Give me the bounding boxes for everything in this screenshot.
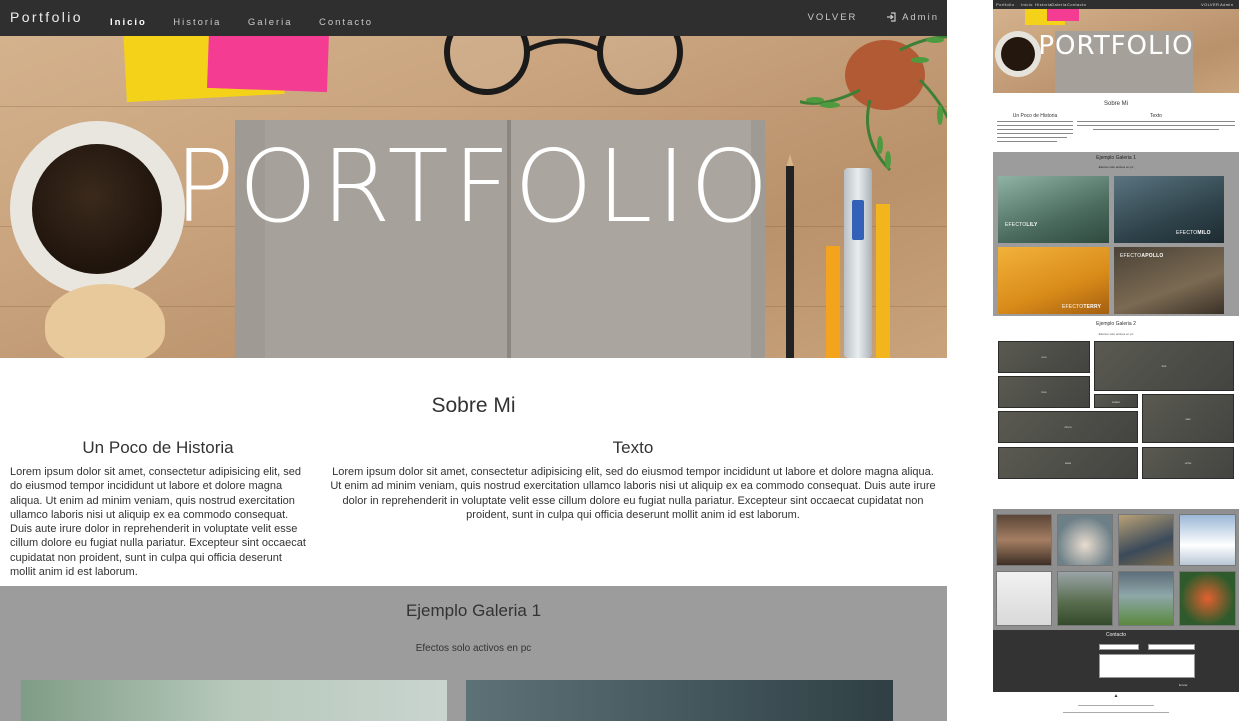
- thumb-effect-label: EFECTOMILO: [1176, 230, 1211, 236]
- nav-right: VOLVER Admin: [808, 12, 939, 23]
- thumb-effect-label: EFECTOTERRY: [1062, 304, 1102, 310]
- thumb-email-field: [1148, 644, 1195, 650]
- thumb-nav-link: Contacto: [1067, 2, 1087, 7]
- thumb-gallery-3: [993, 509, 1239, 630]
- thumb-effect-label: EFECTOLILY: [1005, 222, 1038, 228]
- texto-text: Lorem ipsum dolor sit amet, consectetur …: [330, 466, 936, 521]
- thumb-text-line: [997, 137, 1067, 138]
- thumb-gallery-2-subtitle: Efectos solo activos en pc: [1098, 332, 1134, 336]
- thumb-historia-title: Un Poco de Historia: [1012, 113, 1058, 119]
- thumb-photo: [996, 514, 1052, 566]
- thumb-text-line: [1077, 121, 1235, 122]
- thumb-photo: [996, 571, 1052, 626]
- thumb-gallery-2-tile: cuatro: [1094, 394, 1138, 408]
- historia-text: Lorem ipsum dolor sit amet, consectetur …: [10, 466, 306, 579]
- main-page: Portfolio Inicio Historia Galeria Contac…: [0, 0, 947, 721]
- thumb-volver: VOLVER: [1201, 2, 1220, 7]
- thumb-contact-title: Contacto: [1105, 632, 1126, 638]
- thumb-contact-section: Contacto Enviar: [993, 630, 1239, 692]
- volver-link[interactable]: VOLVER: [808, 12, 858, 23]
- nav-links: Inicio Historia Galeria Contacto: [110, 12, 395, 30]
- thumb-text-line: [997, 141, 1057, 142]
- admin-link[interactable]: Admin: [886, 12, 939, 23]
- texto-title: Texto: [612, 438, 654, 457]
- thumb-effect-label: EFECTOAPOLLO: [1120, 253, 1164, 259]
- gallery-1-subtitle: Efectos solo activos en pc: [415, 643, 532, 654]
- thumb-effect-terry: EFECTOTERRY: [998, 247, 1109, 314]
- thumb-gallery-2-tile: tres: [998, 376, 1090, 408]
- thumb-text-line: [997, 121, 1073, 122]
- thumb-nav-link: Inicio: [1021, 2, 1033, 7]
- thumb-name-field: [1099, 644, 1139, 650]
- thumb-sticky-pink: [1047, 9, 1079, 21]
- texto-column: Texto Lorem ipsum dolor sit amet, consec…: [326, 438, 940, 522]
- thumb-text-line: [997, 125, 1073, 126]
- nav-link-contacto[interactable]: Contacto: [319, 17, 373, 28]
- thumb-gallery-1-subtitle: Efectos solo activos en pc: [1098, 165, 1134, 169]
- thumb-photo: [1057, 571, 1113, 626]
- thumb-effect-apollo: EFECTOAPOLLO: [1114, 247, 1224, 314]
- thumb-send-button: Enviar: [1179, 683, 1188, 687]
- thumb-gallery-2-tile: ocho: [1142, 447, 1234, 479]
- thumb-gallery-2-tile: cinco: [998, 411, 1138, 443]
- thumb-nav-link: Historia: [1035, 2, 1052, 7]
- thumb-brand: Portfolio: [996, 2, 1015, 7]
- thumb-effect-lily: EFECTOLILY: [998, 176, 1109, 243]
- gallery-image[interactable]: [466, 680, 893, 721]
- thumb-text-line: [997, 133, 1073, 134]
- thumb-footer-line: [1063, 712, 1169, 713]
- thumb-gallery-2-tile: dos: [1094, 341, 1234, 391]
- thumb-photo: [1179, 514, 1236, 566]
- thumb-photo: [1179, 571, 1236, 626]
- thumb-text-line: [997, 129, 1073, 130]
- thumb-photo: [1118, 571, 1174, 626]
- admin-label: Admin: [902, 12, 939, 23]
- nav-link-galeria[interactable]: Galeria: [248, 17, 293, 28]
- thumb-text-line: [1077, 125, 1235, 126]
- thumb-gallery-2-tile: siete: [998, 447, 1138, 479]
- brand-logo[interactable]: Portfolio: [10, 9, 83, 25]
- hero-banner: PORTFOLIO: [0, 36, 947, 358]
- thumb-photo: [1118, 514, 1174, 566]
- thumb-text-line: [1093, 129, 1219, 130]
- nav-link-inicio[interactable]: Inicio: [110, 17, 147, 28]
- sign-in-icon: [887, 12, 896, 22]
- navbar: Portfolio Inicio Historia Galeria Contac…: [0, 0, 947, 36]
- cutter-yellow: [826, 246, 840, 358]
- thumb-admin: Admin: [1220, 2, 1234, 7]
- thumb-hero: PORTFOLIO: [993, 9, 1239, 93]
- hero-title: PORTFOLIO: [174, 128, 773, 245]
- glasses-icon: [444, 36, 683, 95]
- gallery-1-title: Ejemplo Galeria 1: [405, 601, 542, 620]
- sticky-note-pink: [207, 36, 329, 93]
- thumb-texto-title: Texto: [1150, 113, 1162, 119]
- thumb-gallery-1-title: Ejemplo Galeria 1: [1096, 155, 1136, 161]
- nav-link-historia[interactable]: Historia: [173, 17, 221, 28]
- historia-column: Un Poco de Historia Lorem ipsum dolor si…: [10, 438, 306, 579]
- thumb-gallery-1: Ejemplo Galeria 1 Efectos solo activos e…: [993, 152, 1239, 316]
- thumb-hero-title: PORTFOLIO: [1038, 31, 1194, 61]
- thumb-effect-milo: EFECTOMILO: [1114, 176, 1224, 243]
- thumb-nav-link: Galeria: [1051, 2, 1067, 7]
- section-title-sobre: Sobre Mi: [431, 394, 516, 417]
- thumb-gallery-2-title: Ejemplo Galeria 2: [1096, 321, 1136, 327]
- thumb-gallery-2-tile: seis: [1142, 394, 1234, 443]
- thumb-navbar: Portfolio Inicio Historia Galeria Contac…: [993, 0, 1239, 9]
- historia-title: Un Poco de Historia: [82, 438, 234, 457]
- croissant: [45, 284, 165, 358]
- thumb-photo: [1057, 514, 1113, 566]
- gallery-image[interactable]: [21, 680, 447, 721]
- thumb-back-to-top-icon: ▲: [1113, 693, 1119, 699]
- gallery-1-section: Ejemplo Galeria 1 Efectos solo activos e…: [0, 586, 947, 721]
- page-thumbnail: Portfolio Inicio Historia Galeria Contac…: [993, 0, 1239, 721]
- thumb-footer-line: [1078, 705, 1154, 706]
- thumb-message-field: [1099, 654, 1195, 678]
- thumb-sobre-title: Sobre Mi: [1103, 101, 1128, 107]
- thumb-gallery-2-tile: uno: [998, 341, 1090, 373]
